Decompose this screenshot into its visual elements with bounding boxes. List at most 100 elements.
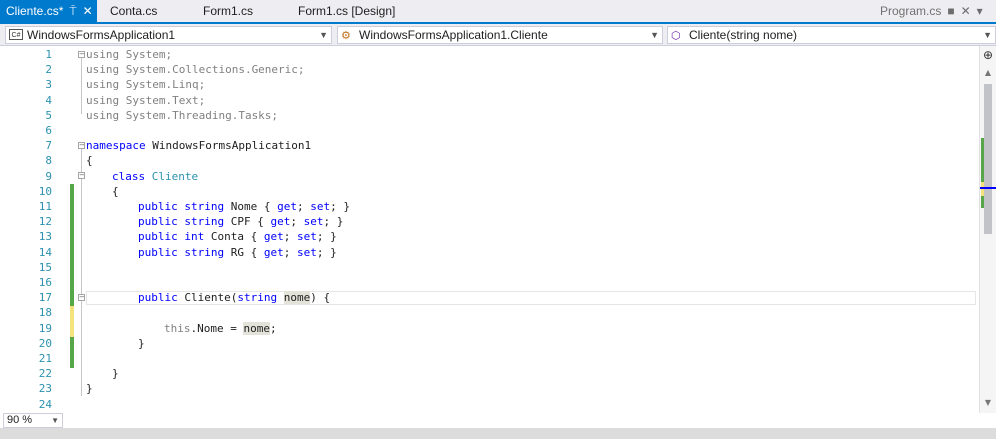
identifier: .Nome = xyxy=(190,321,244,335)
punct: ; } xyxy=(330,200,350,213)
highlighted-reference: nome xyxy=(283,291,311,305)
line-number: 24 xyxy=(38,397,52,411)
highlighted-reference: nome xyxy=(243,321,270,335)
line-number: 1 xyxy=(45,48,52,61)
line-number: 19 xyxy=(38,321,52,335)
navigation-bar: C# WindowsFormsApplication1 ▼ ⚙ WindowsFor… xyxy=(0,24,996,46)
keyword: string xyxy=(184,200,225,213)
type-label: WindowsFormsApplication1.Cliente xyxy=(359,28,548,42)
collapse-icon[interactable]: − xyxy=(78,172,85,179)
line-number: 11 xyxy=(38,200,52,213)
line-number: 2 xyxy=(45,63,52,77)
line-number: 21 xyxy=(38,352,52,365)
collapse-icon[interactable]: − xyxy=(78,142,85,149)
type-dropdown[interactable]: ⚙ WindowsFormsApplication1.Cliente ▼ xyxy=(337,26,663,44)
close-icon[interactable]: ✕ xyxy=(961,0,971,22)
code-line: { xyxy=(86,154,93,168)
code-line: { xyxy=(112,184,119,198)
keyword: set xyxy=(297,245,317,259)
saved-change-marker xyxy=(70,184,74,306)
bottom-panel-edge xyxy=(0,428,996,439)
line-number: 9 xyxy=(45,169,52,183)
code-line: using System.Text; xyxy=(86,93,206,107)
zoom-dropdown[interactable]: 90 % ▼ xyxy=(3,413,63,428)
line-number: 13 xyxy=(38,230,52,244)
collapse-icon[interactable]: − xyxy=(78,294,85,301)
vertical-scrollbar[interactable]: ⊕ ▲ ▼ xyxy=(979,46,996,413)
unsaved-change-marker xyxy=(70,306,74,337)
tab-label: Form1.cs [Design] xyxy=(298,4,396,18)
tab-cliente-cs[interactable]: Cliente.cs* ⍑ ✕ xyxy=(0,0,97,22)
identifier: Nome { xyxy=(224,200,278,213)
project-label: WindowsFormsApplication1 xyxy=(27,28,176,42)
keyword: get xyxy=(277,200,297,213)
line-number: 5 xyxy=(45,108,52,122)
identifier: Cliente( xyxy=(177,291,238,305)
outline-guide xyxy=(81,146,82,396)
keyword: public xyxy=(138,245,178,259)
tab-label: Conta.cs xyxy=(110,4,158,18)
split-window-icon[interactable]: ⊕ xyxy=(980,48,996,62)
line-number: 16 xyxy=(38,276,52,289)
line-number: 15 xyxy=(38,260,52,274)
pin-icon[interactable]: ■ xyxy=(947,0,954,22)
tab-label: Form1.cs xyxy=(203,4,254,18)
saved-change-marker xyxy=(70,337,74,368)
unsaved-change-marker xyxy=(981,182,984,196)
keyword: public xyxy=(138,215,178,229)
line-number: 8 xyxy=(45,154,52,168)
code-line: using System.Threading.Tasks; xyxy=(86,108,279,122)
keyword: namespace xyxy=(86,139,146,153)
line-number: 20 xyxy=(38,336,52,350)
tab-program-cs[interactable]: Program.cs ■ ✕ ▾ xyxy=(880,0,983,22)
zoom-level: 90 % xyxy=(7,414,33,426)
identifier: CPF { xyxy=(224,215,271,229)
project-dropdown[interactable]: C# WindowsFormsApplication1 ▼ xyxy=(5,26,332,44)
code-line: } xyxy=(138,336,145,350)
code-line: public int Conta { get; set; } xyxy=(138,229,337,244)
method-icon: ⬡ xyxy=(671,30,681,42)
csharp-project-icon: C# xyxy=(9,29,23,40)
tab-form1-design[interactable]: Form1.cs [Design] xyxy=(298,0,395,22)
tab-conta-cs[interactable]: Conta.cs xyxy=(110,0,157,22)
keyword: get xyxy=(263,245,284,259)
line-number: 18 xyxy=(38,306,52,320)
keyword: get xyxy=(270,215,291,229)
member-label: Cliente(string nome) xyxy=(689,28,798,42)
collapse-icon[interactable]: − xyxy=(78,51,85,58)
outline-guide xyxy=(81,54,82,114)
line-number: 12 xyxy=(38,215,52,229)
line-number: 14 xyxy=(38,245,52,259)
keyword: string xyxy=(184,215,225,229)
keyword: set xyxy=(303,215,324,229)
line-number: 22 xyxy=(38,367,52,381)
punct: ; } xyxy=(316,245,337,259)
keyword: public xyxy=(138,291,178,305)
keyword: public xyxy=(138,230,178,244)
code-line: this.Nome = nome; xyxy=(164,321,277,336)
code-line: public string CPF { get; set; } xyxy=(138,214,343,229)
keyword: string xyxy=(237,291,278,305)
identifier: WindowsFormsApplication1 xyxy=(145,139,312,153)
keyword: public xyxy=(138,200,178,213)
line-number: 10 xyxy=(38,184,52,198)
code-line: public string RG { get; set; } xyxy=(138,245,337,260)
scrollbar-thumb[interactable] xyxy=(984,84,992,234)
pin-icon[interactable]: ⍑ xyxy=(69,0,76,22)
line-number: 4 xyxy=(45,93,52,107)
code-editor[interactable]: 1 2 3 4 5 6 7 8 9 10 11 12 13 14 15 16 1… xyxy=(0,46,996,413)
close-icon[interactable]: ✕ xyxy=(83,0,93,22)
code-line: namespace WindowsFormsApplication1 xyxy=(86,138,311,153)
code-line: using System.Collections.Generic; xyxy=(86,63,305,77)
identifier: RG { xyxy=(224,245,264,259)
tab-list-dropdown-icon[interactable]: ▾ xyxy=(977,0,983,22)
punct: ; xyxy=(290,215,304,229)
tab-form1-cs[interactable]: Form1.cs xyxy=(203,0,253,22)
line-number: 3 xyxy=(45,78,52,92)
member-dropdown[interactable]: ⬡ Cliente(string nome) ▼ xyxy=(667,26,996,44)
line-number: 6 xyxy=(45,124,52,137)
keyword: get xyxy=(263,230,284,244)
scroll-up-icon[interactable]: ▲ xyxy=(980,68,996,77)
scroll-down-icon[interactable]: ▼ xyxy=(980,398,996,407)
horizontal-scrollbar[interactable] xyxy=(66,415,978,426)
